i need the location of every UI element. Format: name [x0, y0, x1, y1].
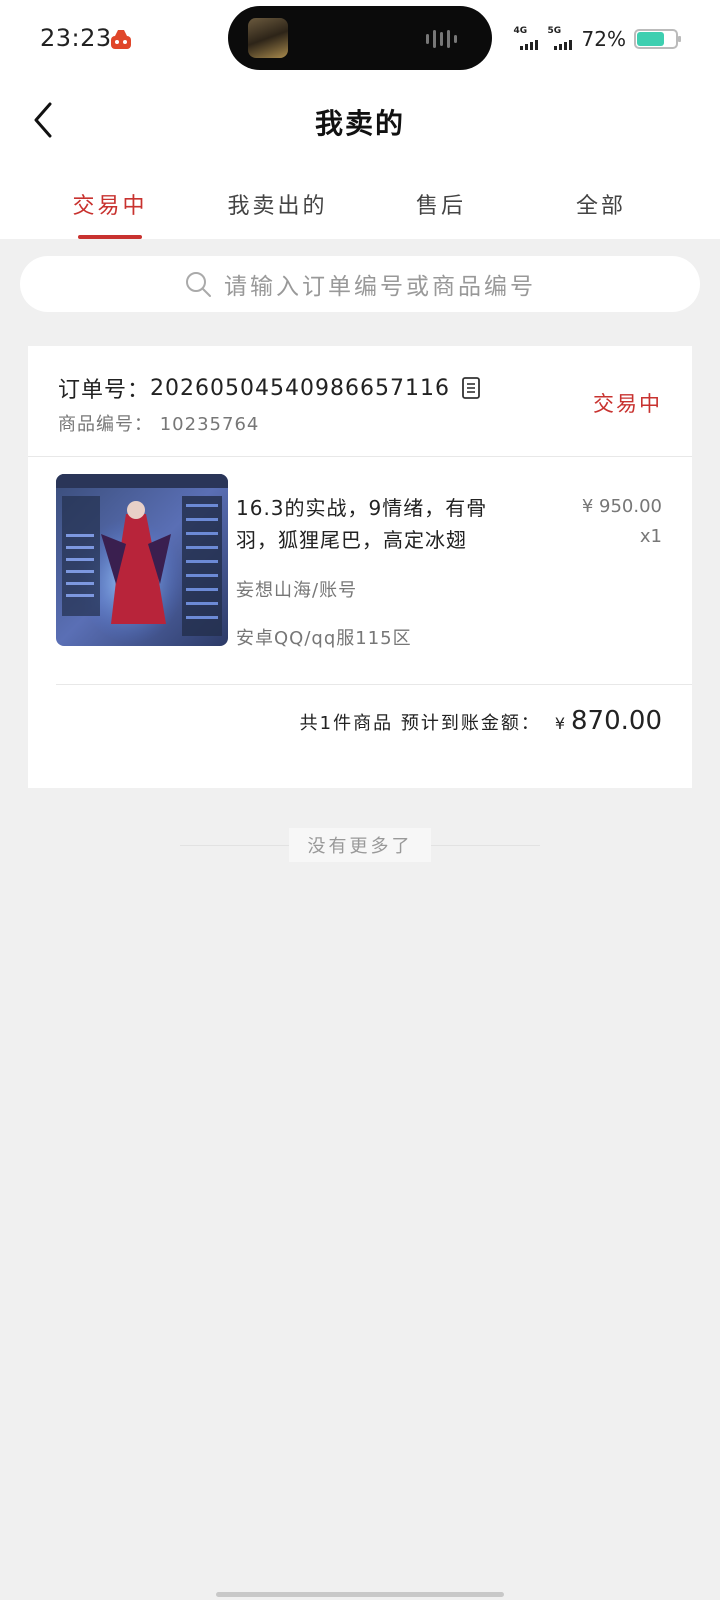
- tab-bar: 交易中 我卖出的 售后 全部: [0, 164, 720, 239]
- item-server: 安卓QQ/qq服115区: [236, 628, 412, 649]
- status-time: 23:23: [40, 24, 112, 52]
- signal-5g-icon: 5G: [548, 26, 574, 52]
- tab-label: 全部: [575, 194, 626, 219]
- tab-active-indicator: [78, 235, 142, 239]
- page-header: 我卖的: [0, 78, 720, 164]
- audio-wave-icon: [426, 30, 466, 48]
- car-icon: [111, 30, 131, 49]
- order-number-label: 订单号：: [58, 378, 151, 403]
- total-label: 共1件商品 预计到账金额：: [299, 713, 541, 734]
- tab-all[interactable]: 全部: [547, 164, 655, 239]
- end-of-list-label: 没有更多了: [289, 828, 431, 862]
- dynamic-island[interactable]: [228, 6, 492, 70]
- item-title[interactable]: 16.3的实战，9情绪，有骨羽，狐狸尾巴，高定冰翅: [236, 492, 526, 556]
- item-quantity: x1: [639, 526, 662, 547]
- order-card[interactable]: 订单号： 20260504540986657116 商品编号： 10235764…: [28, 346, 692, 788]
- tab-label: 我卖出的: [227, 194, 328, 219]
- signal-4g-icon: 4G: [514, 26, 540, 52]
- home-indicator[interactable]: [216, 1592, 504, 1597]
- divider: [28, 456, 692, 457]
- total-amount: 870.00: [571, 706, 662, 736]
- tab-trading[interactable]: 交易中: [0, 164, 220, 239]
- order-number: 订单号： 20260504540986657116: [58, 372, 482, 404]
- status-bar: 23:23 4G 5G 72%: [0, 0, 720, 78]
- search-icon: [186, 272, 211, 297]
- tab-label: 交易中: [72, 194, 148, 219]
- product-code-value: 10235764: [159, 414, 260, 435]
- now-playing-thumbnail: [248, 18, 288, 58]
- battery-level: [637, 32, 664, 46]
- battery-percent: 72%: [581, 27, 626, 51]
- network-label-5g: 5G: [547, 26, 562, 36]
- order-number-value: 20260504540986657116: [150, 375, 450, 401]
- item-game: 妄想山海/账号: [236, 580, 358, 601]
- tab-sold[interactable]: 我卖出的: [220, 164, 335, 239]
- product-thumbnail[interactable]: [56, 474, 228, 646]
- network-label-4g: 4G: [513, 26, 528, 36]
- item-price: ¥ 950.00: [581, 496, 662, 517]
- tab-label: 售后: [415, 194, 466, 219]
- tab-after-sales[interactable]: 售后: [335, 164, 547, 239]
- page-title: 我卖的: [314, 107, 405, 140]
- search-placeholder: 请输入订单编号或商品编号: [224, 274, 536, 300]
- status-indicators: 4G 5G 72%: [514, 24, 681, 54]
- product-code: 商品编号： 10235764: [58, 410, 259, 436]
- total-currency: ¥: [554, 714, 566, 733]
- search-input[interactable]: 请输入订单编号或商品编号: [20, 256, 700, 312]
- battery-icon: [634, 29, 681, 49]
- order-total: 共1件商品 预计到账金额： ¥ 870.00: [300, 706, 662, 736]
- copy-icon[interactable]: [460, 376, 482, 400]
- product-code-label: 商品编号：: [58, 414, 153, 435]
- order-status-badge: 交易中: [593, 392, 662, 416]
- divider: [56, 684, 692, 685]
